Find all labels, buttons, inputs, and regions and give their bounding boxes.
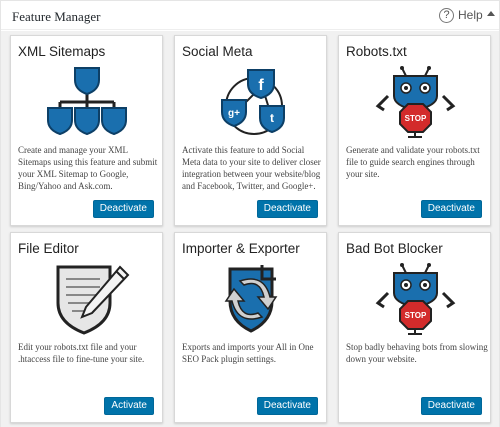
file-editor-icon: [56, 265, 130, 335]
help-button[interactable]: ? Help: [439, 7, 483, 23]
panel-title: Feature Manager: [12, 9, 101, 24]
deactivate-button[interactable]: Deactivate: [256, 200, 318, 218]
feature-grid: XML Sitemaps Create and manage your XML …: [1, 31, 499, 427]
import-export-icon: [224, 265, 278, 333]
card-title: Bad Bot Blocker: [346, 241, 443, 256]
deactivate-button[interactable]: Deactivate: [92, 200, 154, 218]
feature-card-robots-txt: Robots.txt STOP Generate and validate yo…: [338, 35, 491, 226]
feature-card-xml-sitemaps: XML Sitemaps Create and manage your XML …: [10, 35, 163, 226]
card-title: Robots.txt: [346, 44, 407, 59]
card-title: XML Sitemaps: [18, 44, 106, 59]
svg-text:g+: g+: [228, 108, 240, 119]
stop-sign-text: STOP: [405, 311, 427, 320]
feature-card-importer-exporter: Importer & Exporter Exports and imports …: [174, 232, 327, 423]
svg-text:f: f: [258, 77, 264, 94]
card-description: Stop badly behaving bots from slowing do…: [346, 342, 488, 364]
card-title: Importer & Exporter: [182, 241, 300, 256]
card-description: Exports and imports your All in One SEO …: [182, 342, 314, 364]
feature-card-bad-bot-blocker: Bad Bot Blocker STOP Stop badly behaving…: [338, 232, 491, 423]
card-title: File Editor: [18, 241, 79, 256]
feature-card-file-editor: File Editor Edit your robots.txt file an…: [10, 232, 163, 423]
panel-header: Feature Manager ? Help: [1, 1, 499, 30]
card-description: Create and manage your XML Sitemaps usin…: [18, 145, 158, 191]
stop-sign-text: STOP: [405, 114, 427, 123]
card-description: Generate and validate your robots.txt fi…: [346, 145, 480, 179]
card-description: Activate this feature to add Social Meta…: [182, 145, 321, 191]
feature-manager-panel: Feature Manager ? Help XML Sitemaps Crea…: [0, 0, 500, 427]
deactivate-button[interactable]: Deactivate: [256, 397, 318, 415]
robot-icon: STOP: [375, 66, 456, 138]
deactivate-button[interactable]: Deactivate: [420, 200, 482, 218]
svg-text:t: t: [270, 111, 274, 125]
activate-button[interactable]: Activate: [104, 397, 154, 415]
social-icon: f g+ t: [221, 69, 285, 135]
deactivate-button[interactable]: Deactivate: [420, 397, 482, 415]
help-label: Help: [458, 8, 483, 22]
help-icon: ?: [439, 7, 454, 23]
card-title: Social Meta: [182, 44, 253, 59]
feature-card-social-meta: Social Meta f g+ t Activate this feature…: [174, 35, 327, 226]
sitemap-icon: [47, 67, 127, 136]
card-description: Edit your robots.txt file and your .htac…: [18, 342, 145, 364]
bad-bot-icon: STOP: [375, 263, 456, 335]
collapse-toggle-icon[interactable]: [487, 11, 495, 16]
